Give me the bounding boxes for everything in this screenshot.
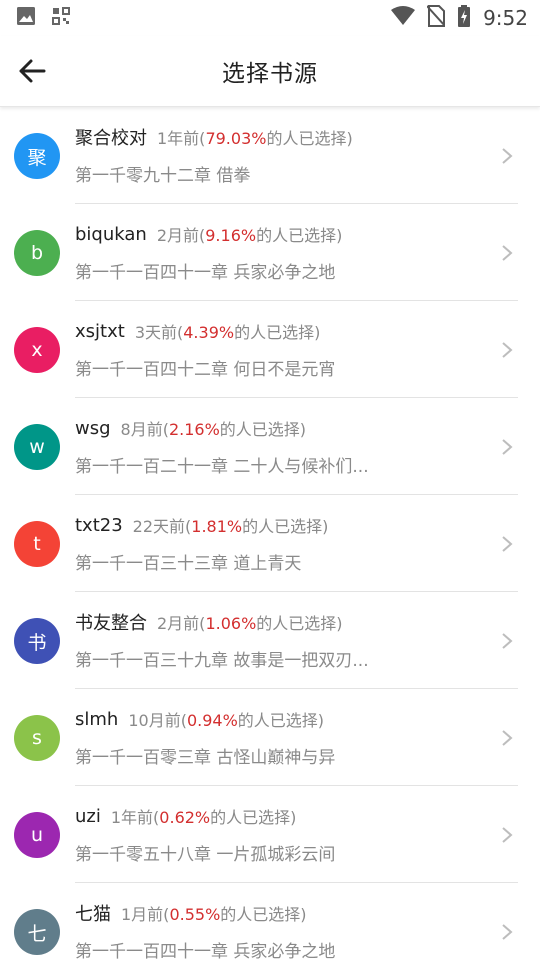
source-row[interactable]: 聚 聚合校对 1年前(79.03%的人已选择) 第一千零九十二章 借拳 [0, 107, 540, 204]
source-name: xsjtxt [75, 320, 125, 342]
source-meta: 8月前(2.16%的人已选择) [120, 420, 307, 439]
source-meta: 1月前(0.55%的人已选择) [121, 905, 307, 924]
source-row[interactable]: x xsjtxt 3天前(4.39%的人已选择) 第一千一百四十二章 何日不是元… [0, 301, 540, 398]
app-bar: 选择书源 [0, 36, 540, 107]
source-name: uzi [75, 805, 101, 827]
status-bar-left [16, 6, 70, 30]
source-name: biqukan [75, 223, 147, 245]
source-name: 七猫 [75, 904, 111, 925]
chevron-right-icon [502, 342, 513, 358]
select-percent: 0.62% [159, 808, 211, 827]
latest-chapter: 第一千零九十二章 借拳 [75, 166, 251, 186]
source-name: wsg [75, 417, 111, 439]
source-avatar: 七 [14, 909, 60, 955]
source-meta: 1年前(0.62%的人已选择) [110, 808, 297, 827]
select-percent: 2.16% [168, 420, 220, 439]
source-row[interactable]: w wsg 8月前(2.16%的人已选择) 第一千一百二十一章 二十人与候补们.… [0, 398, 540, 495]
select-percent: 1.06% [205, 614, 257, 633]
chevron-right-icon [502, 924, 513, 940]
wifi-icon [391, 6, 416, 30]
source-meta: 10月前(0.94%的人已选择) [128, 711, 325, 730]
source-avatar: 聚 [14, 133, 60, 179]
source-row[interactable]: 书 书友整合 2月前(1.06%的人已选择) 第一千一百三十九章 故事是一把双刃… [0, 592, 540, 689]
source-row[interactable]: b biqukan 2月前(9.16%的人已选择) 第一千一百四十一章 兵家必争… [0, 204, 540, 301]
latest-chapter: 第一千一百四十一章 兵家必争之地 [75, 942, 336, 961]
source-avatar: w [14, 424, 60, 470]
status-time: 9:52 [483, 6, 528, 30]
latest-chapter: 第一千一百二十一章 二十人与候补们... [75, 457, 369, 477]
source-name: 书友整合 [75, 613, 147, 634]
source-name: 聚合校对 [75, 128, 147, 149]
source-meta: 2月前(1.06%的人已选择) [157, 614, 343, 633]
source-avatar: t [14, 521, 60, 567]
source-meta: 22天前(1.81%的人已选择) [132, 517, 329, 536]
source-row[interactable]: s slmh 10月前(0.94%的人已选择) 第一千一百零三章 古怪山巅神与异 [0, 689, 540, 786]
source-meta: 3天前(4.39%的人已选择) [134, 323, 321, 342]
gallery-icon [16, 6, 36, 30]
battery-charging-icon [457, 5, 471, 31]
latest-chapter: 第一千一百三十三章 道上青天 [75, 554, 302, 574]
source-avatar: b [14, 230, 60, 276]
select-percent: 9.16% [205, 226, 257, 245]
source-name: txt23 [75, 514, 123, 536]
source-meta: 2月前(9.16%的人已选择) [156, 226, 343, 245]
chevron-right-icon [502, 633, 513, 649]
latest-chapter: 第一千一百零三章 古怪山巅神与异 [75, 748, 336, 768]
status-bar-right: 9:52 [391, 5, 528, 31]
back-button[interactable] [14, 53, 50, 89]
select-percent: 0.94% [186, 711, 238, 730]
arrow-left-icon [19, 59, 46, 83]
select-percent: 4.39% [183, 323, 235, 342]
source-row[interactable]: t txt23 22天前(1.81%的人已选择) 第一千一百三十三章 道上青天 [0, 495, 540, 592]
source-avatar: 书 [14, 618, 60, 664]
source-row[interactable]: u uzi 1年前(0.62%的人已选择) 第一千零五十八章 一片孤城彩云间 [0, 786, 540, 883]
select-percent: 79.03% [205, 129, 267, 148]
chevron-right-icon [502, 827, 513, 843]
source-avatar: u [14, 812, 60, 858]
select-percent: 1.81% [191, 517, 243, 536]
status-bar: 9:52 [0, 0, 540, 36]
select-percent: 0.55% [169, 905, 221, 924]
source-meta: 1年前(79.03%的人已选择) [157, 129, 353, 148]
latest-chapter: 第一千一百三十九章 故事是一把双刃... [75, 651, 369, 671]
source-avatar: s [14, 715, 60, 761]
chevron-right-icon [502, 730, 513, 746]
source-list[interactable]: 聚 聚合校对 1年前(79.03%的人已选择) 第一千零九十二章 借拳 b bi… [0, 107, 540, 961]
chevron-right-icon [502, 439, 513, 455]
chevron-right-icon [502, 148, 513, 164]
latest-chapter: 第一千一百四十一章 兵家必争之地 [75, 263, 336, 283]
chevron-right-icon [502, 245, 513, 261]
source-name: slmh [75, 708, 119, 730]
chevron-right-icon [502, 536, 513, 552]
latest-chapter: 第一千一百四十二章 何日不是元宵 [75, 360, 336, 380]
no-sim-icon [426, 5, 446, 31]
page-title: 选择书源 [222, 61, 318, 87]
source-row[interactable]: 七 七猫 1月前(0.55%的人已选择) 第一千一百四十一章 兵家必争之地 [0, 883, 540, 961]
qr-icon [52, 7, 70, 29]
source-avatar: x [14, 327, 60, 373]
latest-chapter: 第一千零五十八章 一片孤城彩云间 [75, 845, 336, 865]
